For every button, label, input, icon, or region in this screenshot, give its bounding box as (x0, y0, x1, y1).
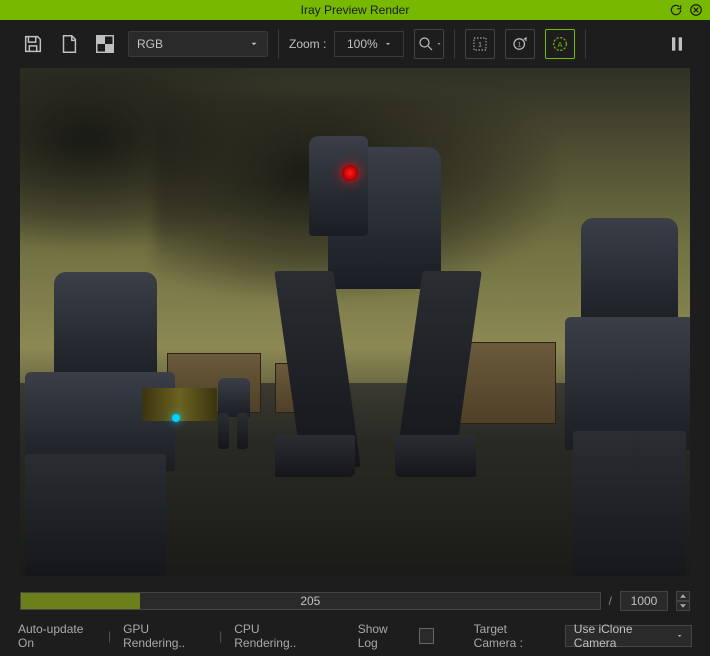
camera-value: Use iClone Camera (574, 622, 670, 650)
gpu-status: GPU Rendering.. (123, 622, 207, 650)
channel-value: RGB (137, 37, 163, 51)
separator: | (219, 629, 222, 643)
zoom-select[interactable]: 100% (334, 31, 404, 57)
target-camera-label: Target Camera : (474, 622, 553, 650)
show-log-checkbox[interactable] (419, 628, 434, 644)
svg-text:A: A (558, 40, 563, 49)
zoom-label: Zoom : (289, 37, 326, 51)
camera-select[interactable]: Use iClone Camera (565, 625, 692, 647)
cpu-status: CPU Rendering.. (234, 622, 317, 650)
refresh-icon[interactable] (668, 2, 684, 18)
divider (278, 29, 279, 59)
progress-bar: 205 (20, 592, 601, 610)
viewport-container (0, 68, 710, 586)
progress-row: 205 / 1000 (0, 586, 710, 616)
pause-icon[interactable] (664, 31, 690, 57)
iray-preview-window: Iray Preview Render RGB Zoom : (0, 0, 710, 656)
step-down-icon[interactable] (676, 601, 690, 611)
channel-select[interactable]: RGB (128, 31, 268, 57)
chevron-down-icon (676, 632, 683, 640)
chevron-down-icon (384, 40, 392, 48)
progress-current: 205 (21, 593, 600, 609)
iteration-total-input[interactable]: 1000 (620, 591, 668, 611)
iteration-total: 1000 (631, 594, 658, 608)
window-title: Iray Preview Render (301, 3, 410, 17)
titlebar-controls (668, 2, 704, 18)
auto-update-status: Auto-update On (18, 622, 96, 650)
zoom-value: 100% (347, 37, 378, 51)
save-icon[interactable] (20, 31, 46, 57)
sync-camera-icon[interactable]: 1 (505, 29, 535, 59)
render-viewport[interactable] (20, 68, 690, 576)
svg-text:1: 1 (518, 42, 522, 48)
statusbar: Auto-update On | GPU Rendering.. | CPU R… (0, 616, 710, 656)
show-log-label: Show Log (358, 622, 407, 650)
auto-update-icon[interactable]: A (545, 29, 575, 59)
divider (585, 29, 586, 59)
slash: / (609, 594, 612, 608)
checker-icon[interactable] (92, 31, 118, 57)
separator: | (108, 629, 111, 643)
region-icon[interactable]: 1 (465, 29, 495, 59)
chevron-down-icon (249, 39, 259, 49)
chevron-down-icon (436, 41, 442, 47)
titlebar: Iray Preview Render (0, 0, 710, 20)
toolbar: RGB Zoom : 100% 1 1 A (0, 20, 710, 68)
iteration-stepper (676, 591, 690, 611)
svg-text:1: 1 (478, 41, 482, 48)
divider (454, 29, 455, 59)
step-up-icon[interactable] (676, 591, 690, 601)
zoom-group: Zoom : 100% (289, 31, 404, 57)
zoom-fit-icon[interactable] (414, 29, 444, 59)
new-document-icon[interactable] (56, 31, 82, 57)
close-icon[interactable] (688, 2, 704, 18)
